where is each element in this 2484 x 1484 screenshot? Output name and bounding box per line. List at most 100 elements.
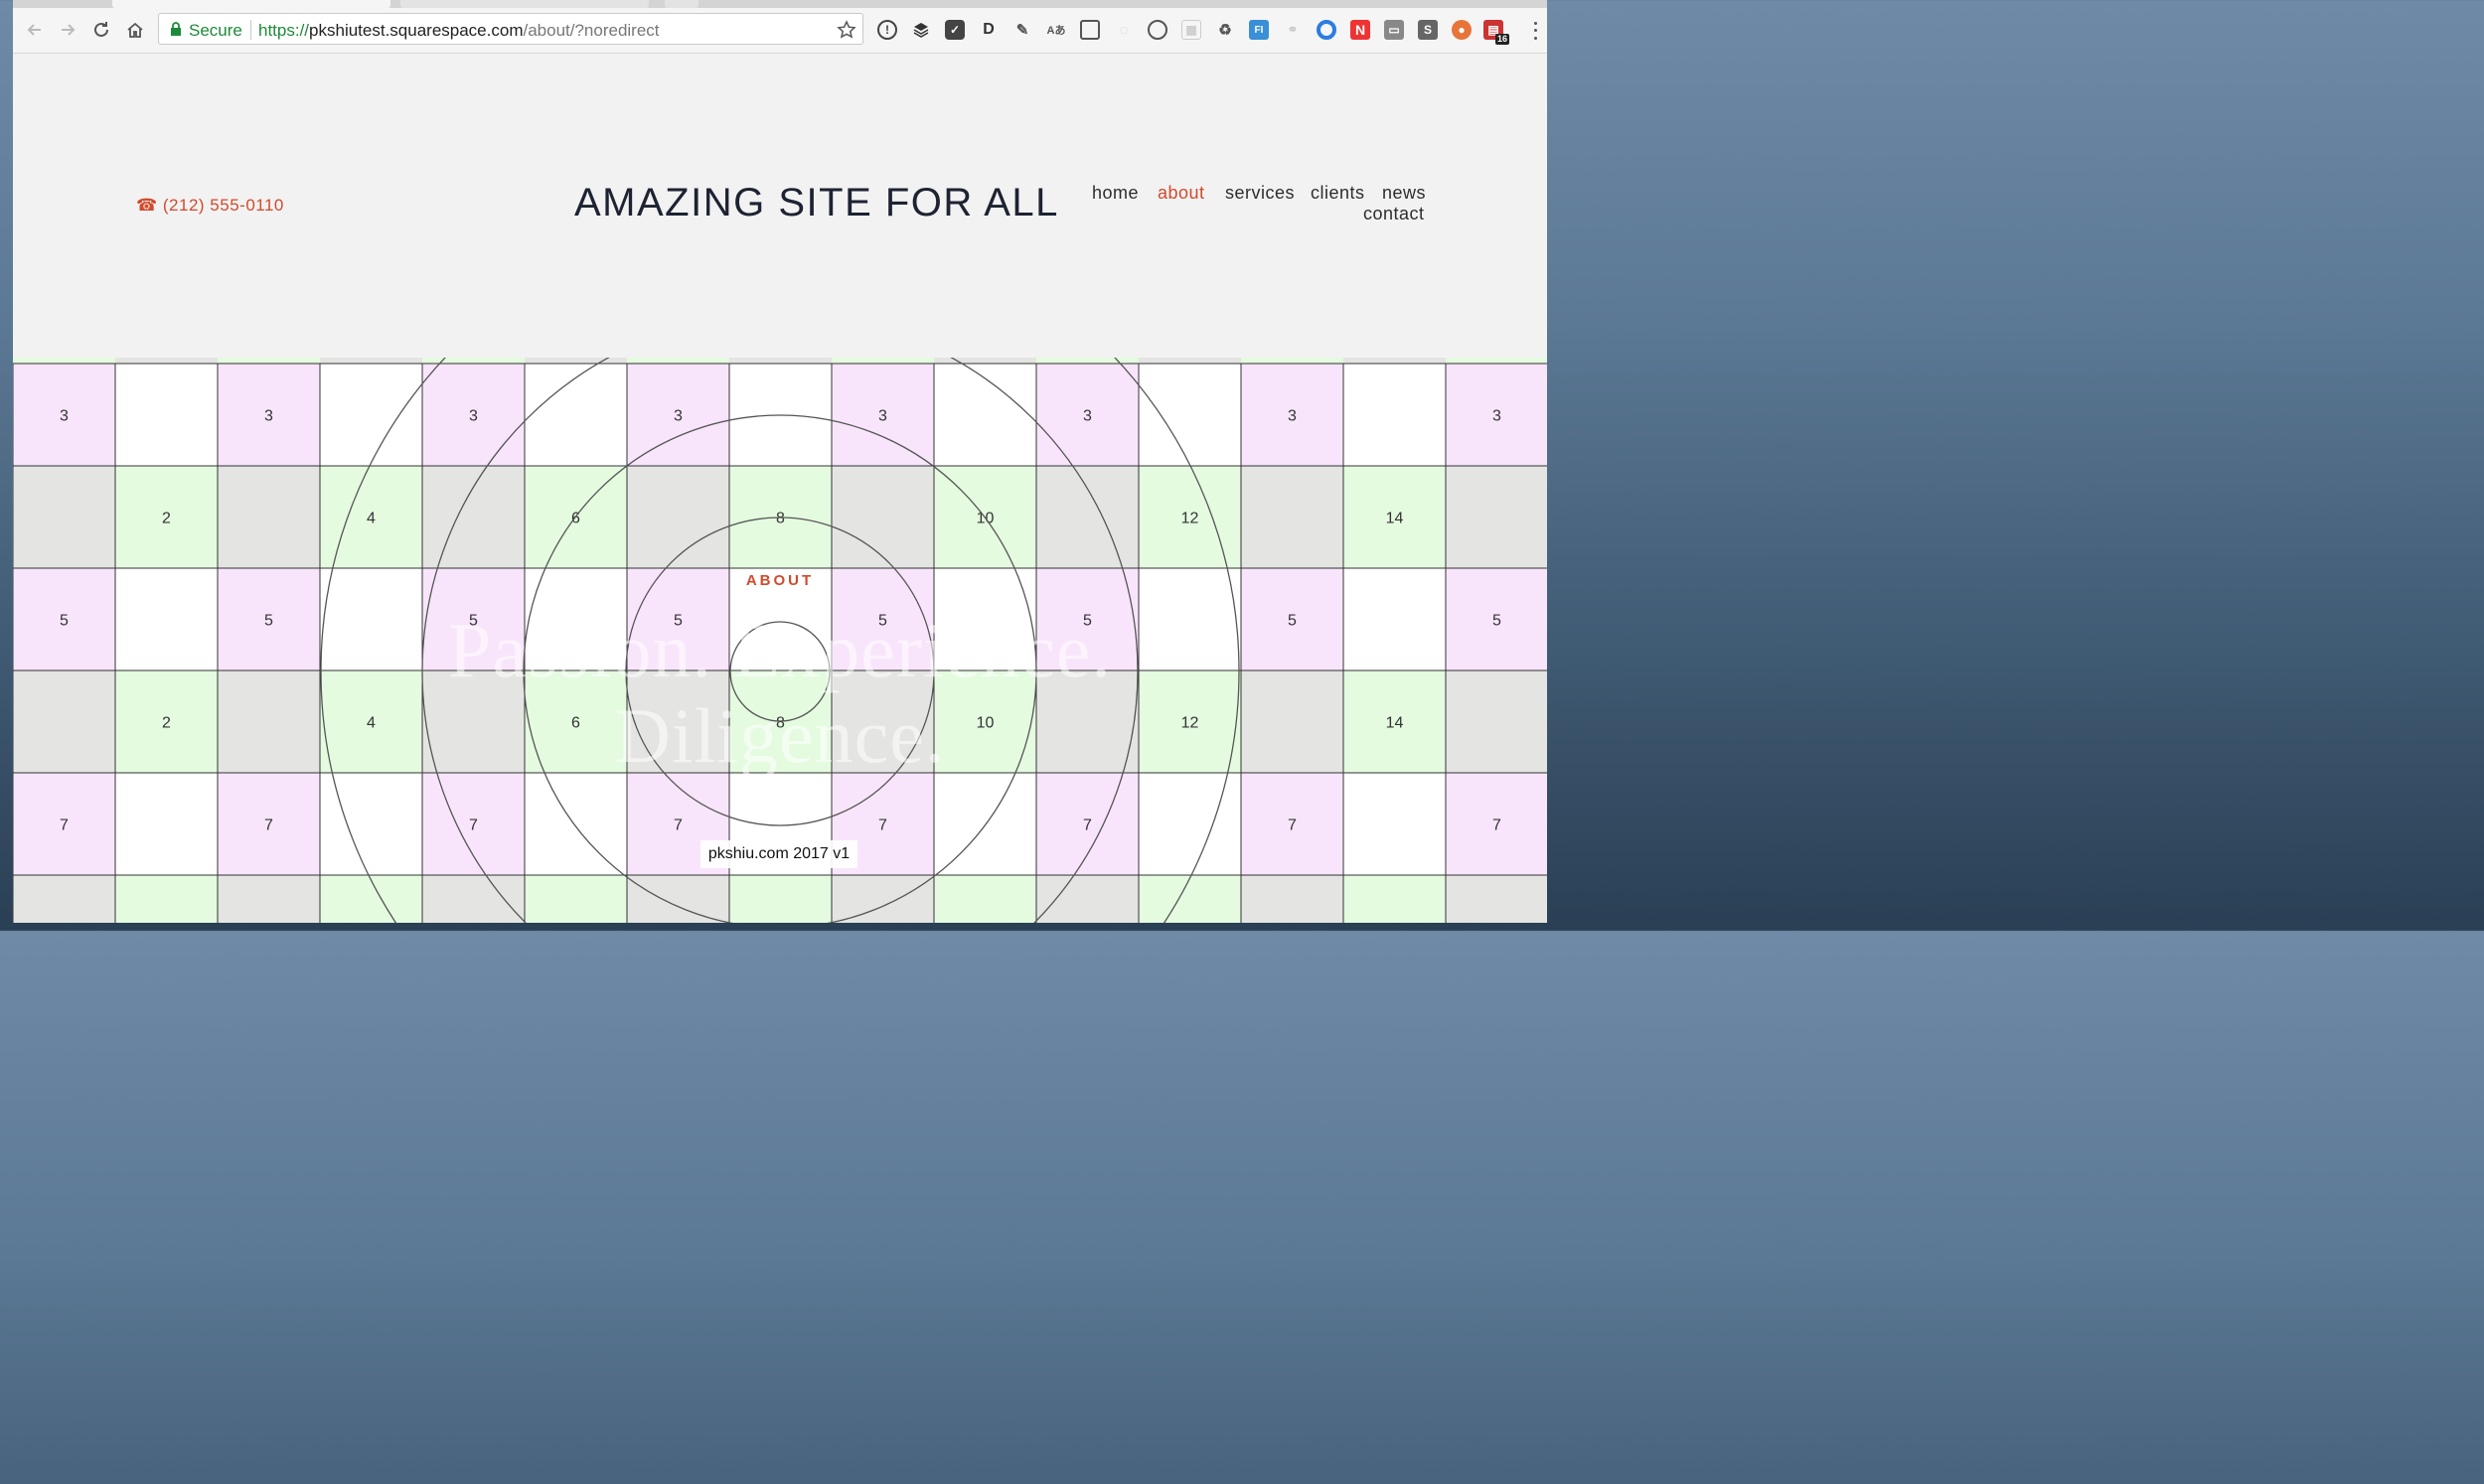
extension-badge: 16 bbox=[1494, 34, 1509, 45]
layers-extension-icon[interactable] bbox=[911, 20, 931, 40]
grid-cell bbox=[1240, 874, 1344, 923]
phone-number-link[interactable]: ☎ (212) 555-0110 bbox=[136, 196, 284, 216]
link-extension-icon[interactable]: ⚭ bbox=[1283, 20, 1303, 40]
grid-cell bbox=[627, 358, 729, 364]
translate-extension-icon[interactable]: Aあ bbox=[1046, 20, 1066, 40]
grid-cell-label: 3 bbox=[1083, 408, 1092, 425]
grid-cell-label: 7 bbox=[60, 817, 69, 834]
disabled-extension-icon[interactable]: ◌ bbox=[1114, 20, 1134, 40]
site-title[interactable]: AMAZING SITE FOR ALL bbox=[574, 181, 1059, 225]
bookmark-star-icon[interactable] bbox=[837, 20, 856, 40]
credit-label: pkshiu.com 2017 v1 bbox=[700, 840, 857, 868]
grid-cell-label: 3 bbox=[674, 408, 683, 425]
grid-cell bbox=[1036, 358, 1139, 364]
active-tab[interactable] bbox=[112, 0, 390, 8]
nav-link-clients[interactable]: clients bbox=[1311, 183, 1365, 204]
grid-cell bbox=[524, 874, 628, 923]
forward-arrow-icon bbox=[62, 24, 76, 36]
home-icon bbox=[127, 22, 143, 38]
fi-extension-icon[interactable]: FI bbox=[1249, 20, 1269, 40]
omnibox-separator bbox=[250, 20, 251, 40]
grid-cell bbox=[729, 358, 832, 364]
nav-link-news[interactable]: news bbox=[1382, 183, 1426, 204]
grid-cell bbox=[320, 358, 422, 364]
grid-cell-label: 7 bbox=[1492, 817, 1501, 834]
grid-cell-label: 7 bbox=[674, 817, 683, 834]
grid-cell bbox=[422, 358, 525, 364]
n-extension-icon[interactable]: N bbox=[1350, 20, 1370, 40]
grid-cell-label: 3 bbox=[1492, 408, 1501, 425]
url-protocol: https:// bbox=[258, 21, 310, 40]
grid-cell bbox=[1445, 465, 1547, 569]
home-button[interactable] bbox=[123, 18, 147, 42]
grid-cell bbox=[115, 358, 218, 364]
grid-cell-label: 14 bbox=[1386, 511, 1404, 527]
grid-cell bbox=[831, 874, 935, 923]
url-host: pkshiutest.squarespace.com bbox=[309, 21, 524, 40]
back-button[interactable] bbox=[23, 18, 47, 42]
new-tab-button[interactable] bbox=[665, 0, 699, 8]
grid-cell bbox=[218, 358, 320, 364]
nav-link-contact[interactable]: contact bbox=[1363, 204, 1425, 224]
password-manager-extension-icon[interactable]: ! bbox=[877, 20, 897, 40]
grid-cell-label: 12 bbox=[1181, 511, 1199, 527]
grid-cell-label: 7 bbox=[469, 817, 478, 834]
grid-cell bbox=[421, 874, 526, 923]
grid-cell-label: 4 bbox=[367, 511, 376, 527]
screenshot-extension-icon[interactable] bbox=[1080, 20, 1100, 40]
nav-link-about[interactable]: about bbox=[1158, 183, 1205, 204]
tagline-line-2: Diligence. bbox=[614, 692, 946, 779]
grid-cell bbox=[1342, 772, 1447, 876]
browser-window: Secure https://pkshiutest.squarespace.co… bbox=[13, 0, 1547, 923]
grid-cell bbox=[114, 363, 219, 467]
nav-link-home[interactable]: home bbox=[1092, 183, 1139, 204]
nav-link-services[interactable]: services bbox=[1225, 183, 1295, 204]
s-extension-icon[interactable]: S bbox=[1418, 20, 1438, 40]
tab-strip bbox=[13, 0, 1547, 8]
section-label: ABOUT bbox=[745, 572, 815, 589]
timer-extension-icon[interactable] bbox=[1148, 20, 1167, 40]
grid-cell bbox=[1139, 358, 1241, 364]
grid-cell-label: 3 bbox=[264, 408, 273, 425]
grid-cell-label: 8 bbox=[776, 511, 785, 527]
circle-extension-icon[interactable] bbox=[1317, 20, 1336, 40]
recycle-extension-icon[interactable]: ♻ bbox=[1215, 20, 1235, 40]
inactive-tab[interactable] bbox=[400, 0, 649, 8]
grid-cell bbox=[217, 874, 321, 923]
grid-cell-label: 3 bbox=[469, 408, 478, 425]
pocket-extension-icon[interactable]: ✓ bbox=[945, 20, 965, 40]
grid-cell bbox=[114, 874, 219, 923]
d-extension-icon[interactable]: D bbox=[979, 20, 999, 40]
grid-cell bbox=[1138, 772, 1242, 876]
note-extension-icon[interactable]: ▭ bbox=[1384, 20, 1404, 40]
url-text[interactable]: https://pkshiutest.squarespace.com/about… bbox=[258, 21, 660, 41]
grid-cell bbox=[1445, 874, 1547, 923]
forward-button[interactable] bbox=[56, 18, 79, 42]
url-path: /about/?noredirect bbox=[523, 21, 660, 40]
grid-cell bbox=[13, 358, 115, 364]
grid-extension-icon[interactable]: ▦ bbox=[1181, 20, 1201, 40]
grid-cell bbox=[1138, 363, 1242, 467]
grid-cell-label: 7 bbox=[1288, 817, 1297, 834]
back-arrow-icon bbox=[27, 24, 41, 36]
reload-button[interactable] bbox=[89, 18, 113, 42]
grid-cell-label: 7 bbox=[1083, 817, 1092, 834]
grid-cell bbox=[319, 874, 423, 923]
grid-cell bbox=[1343, 358, 1446, 364]
grid-cell-label: 7 bbox=[878, 817, 887, 834]
grid-cell bbox=[831, 465, 935, 569]
grid-cell bbox=[1035, 465, 1140, 569]
grid-cell bbox=[626, 465, 730, 569]
hero-tagline: Passion. Experience. Diligence. bbox=[13, 608, 1547, 779]
grid-cell bbox=[728, 874, 833, 923]
calendar-extension-icon[interactable]: ▤ 16 bbox=[1483, 20, 1509, 45]
grid-cell-label: 2 bbox=[162, 511, 171, 527]
grid-cell bbox=[1138, 874, 1242, 923]
browser-toolbar: Secure https://pkshiutest.squarespace.co… bbox=[13, 8, 1547, 54]
cookie-extension-icon[interactable]: ● bbox=[1452, 20, 1472, 40]
address-bar[interactable]: Secure https://pkshiutest.squarespace.co… bbox=[158, 13, 863, 45]
grid-cell bbox=[1240, 465, 1344, 569]
evernote-extension-icon[interactable]: ✎ bbox=[1012, 20, 1032, 40]
grid-cell bbox=[525, 358, 627, 364]
browser-menu-icon[interactable] bbox=[1529, 20, 1541, 42]
